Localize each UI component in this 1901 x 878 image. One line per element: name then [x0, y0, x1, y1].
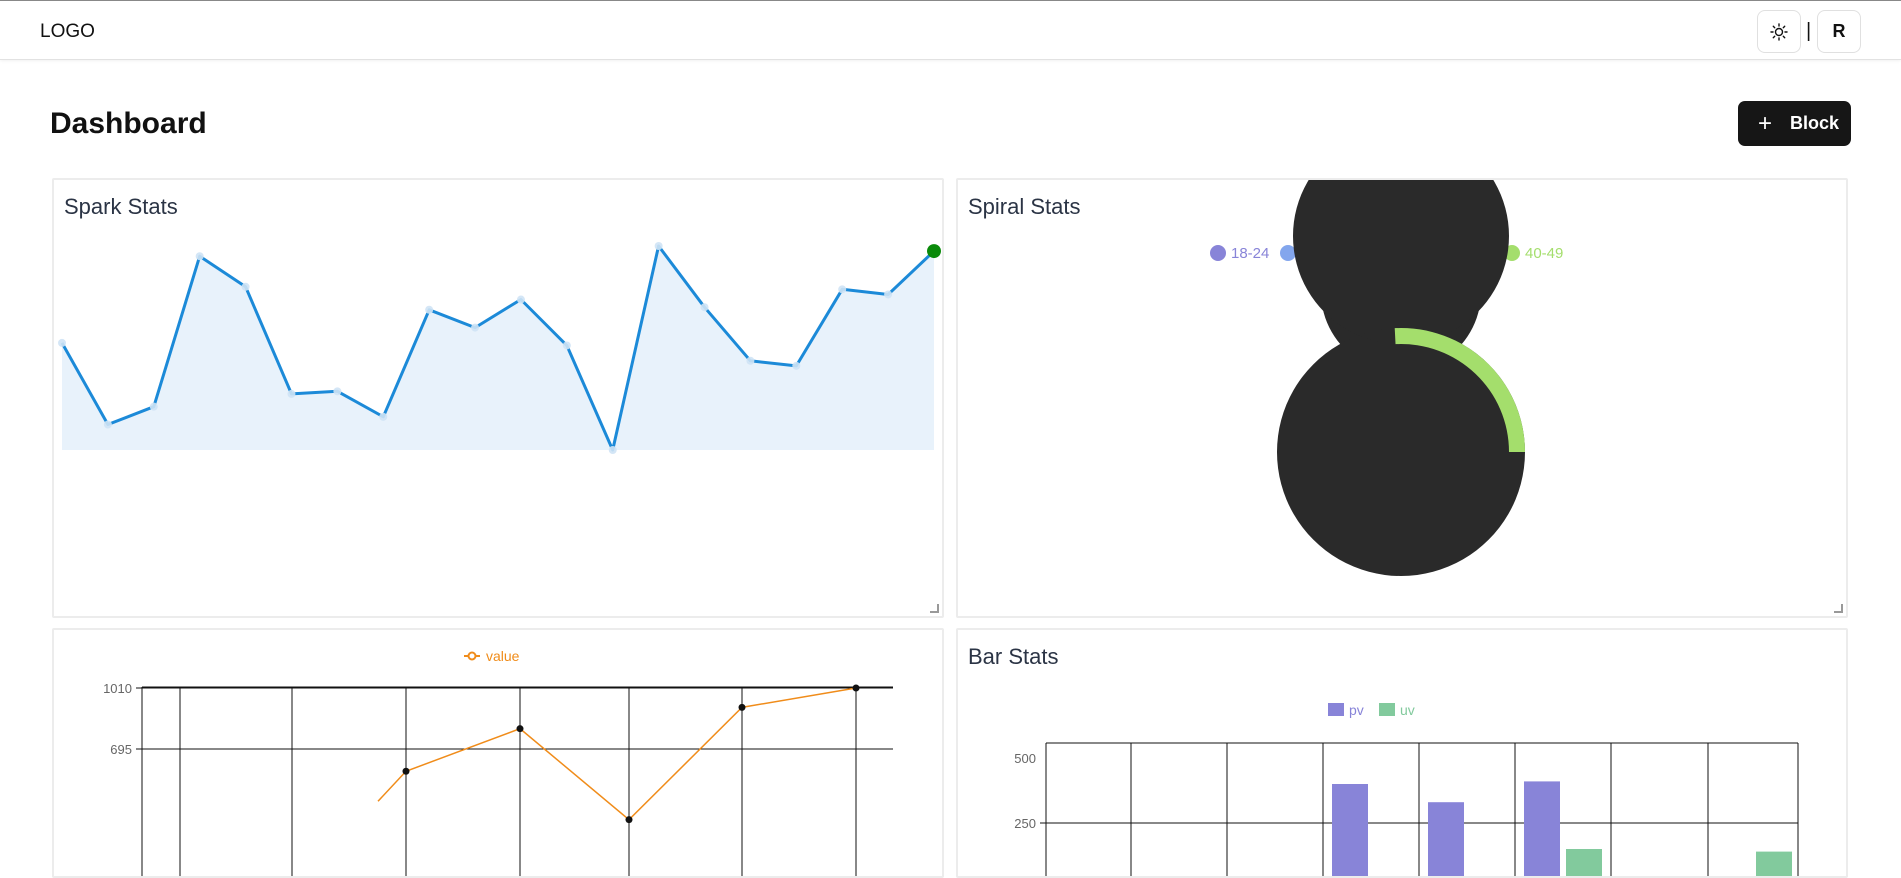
bar-uv	[1566, 849, 1602, 876]
logo[interactable]: LOGO	[40, 21, 95, 43]
spark-point	[103, 420, 112, 429]
add-block-button[interactable]: + Block	[1738, 101, 1851, 146]
spark-point	[746, 356, 755, 365]
bar-pv	[1524, 781, 1560, 876]
y-tick-label: 1010	[103, 681, 132, 696]
spiral-stats-card: Spiral Stats 18-2425-2930-3435-3940-49	[956, 178, 1848, 618]
spark-point	[700, 303, 709, 312]
spark-point	[149, 402, 158, 411]
legend-dot	[1210, 245, 1226, 261]
spark-point	[792, 361, 801, 370]
line-chart: value 1010 695	[103, 648, 893, 876]
bar-stats-card: Bar Stats pv uv 500 250	[956, 628, 1848, 878]
line-stats-card: value 1010 695	[52, 628, 944, 878]
y-tick-label: 695	[110, 742, 132, 757]
spark-point	[884, 290, 893, 299]
sun-icon	[1770, 22, 1788, 41]
legend-label: 18-24	[1231, 245, 1269, 262]
add-block-label: Block	[1790, 113, 1840, 133]
spark-point	[562, 341, 571, 350]
spark-point-highlight	[927, 244, 941, 259]
spark-point	[58, 338, 66, 347]
header-separator: |	[1806, 20, 1812, 42]
spark-point	[516, 295, 525, 304]
legend-swatch	[1379, 703, 1395, 716]
spark-point	[195, 252, 204, 261]
legend-item-uv: uv	[1379, 702, 1415, 718]
bar-chart: pv uv 500 250	[1014, 702, 1799, 876]
spark-point	[241, 282, 250, 291]
y-tick-label: 250	[1014, 816, 1036, 831]
data-point	[625, 816, 633, 824]
top-bar: LOGO | R	[0, 0, 1901, 60]
legend-item-40-49: 40-49	[1504, 245, 1563, 262]
spark-point	[287, 389, 296, 398]
legend-item-value: value	[464, 648, 520, 664]
y-tick-label: 500	[1014, 751, 1036, 766]
spark-point	[838, 285, 847, 294]
spark-chart	[58, 242, 941, 454]
legend-item-18-24: 18-24	[1210, 245, 1269, 262]
data-point	[402, 767, 410, 775]
legend-swatch	[1328, 703, 1344, 716]
spiral-chart: 18-2425-2930-3435-3940-49	[1210, 180, 1563, 576]
spark-stats-card: Spark Stats	[52, 178, 944, 618]
data-point	[516, 725, 524, 733]
spark-point	[379, 412, 388, 421]
spark-point	[654, 242, 663, 250]
avatar-button[interactable]: R	[1817, 10, 1861, 53]
plus-icon: +	[1758, 109, 1773, 137]
legend-label: pv	[1349, 702, 1364, 718]
spark-point	[333, 387, 342, 396]
spark-point	[425, 305, 434, 314]
spark-point	[471, 323, 480, 332]
data-point	[738, 703, 746, 711]
legend-marker	[467, 651, 477, 661]
theme-toggle-button[interactable]	[1757, 10, 1801, 53]
bar-pv	[1332, 784, 1368, 876]
series-line-value	[377, 687, 857, 821]
legend-label: value	[486, 648, 520, 664]
spark-point	[608, 446, 617, 454]
legend-label: uv	[1400, 702, 1415, 718]
resize-handle[interactable]	[930, 604, 939, 613]
page-title: Dashboard	[50, 107, 207, 140]
data-point	[852, 684, 860, 692]
bar-uv	[1756, 851, 1792, 876]
legend-item-pv: pv	[1328, 702, 1364, 718]
resize-handle[interactable]	[1834, 604, 1843, 613]
legend-label: 40-49	[1525, 245, 1563, 262]
bar-pv	[1428, 802, 1464, 876]
